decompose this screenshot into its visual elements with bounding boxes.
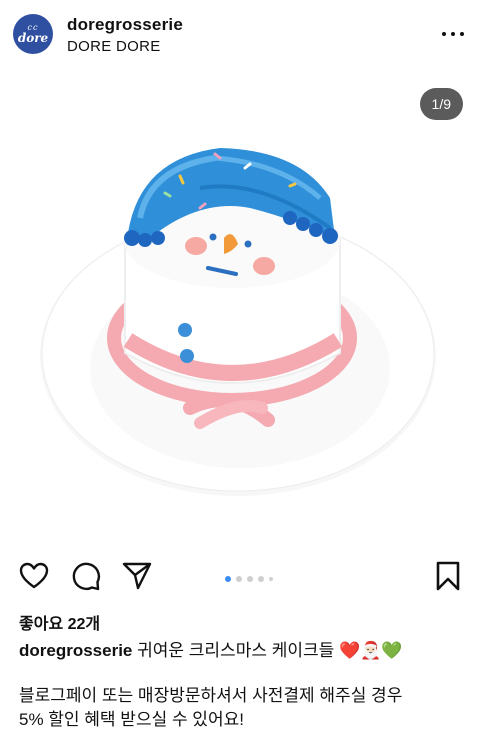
action-bar [0,560,480,600]
pagination-dot [236,576,242,582]
avatar[interactable]: cc dore [13,14,53,54]
caption-username[interactable]: doregrosserie [19,641,132,660]
username-link[interactable]: doregrosserie [67,15,183,35]
caption-body: 블로그페이 또는 매장방문하셔서 사전결제 해주실 경우 5% 할인 혜택 받으… [19,684,402,732]
avatar-text-bottom: dore [17,31,49,45]
location-link[interactable]: DORE DORE [67,38,161,55]
pagination-dots [225,576,273,582]
image-counter: 1/9 [419,88,463,120]
caption: doregrosserie 귀여운 크리스마스 케이크들 ❤️🎅🏻💚 [19,640,402,662]
pagination-dot [247,576,253,582]
cake-illustration [40,148,436,496]
heart-icon[interactable] [18,560,50,592]
pagination-dot [225,576,231,582]
bookmark-icon[interactable] [434,560,462,592]
more-icon[interactable] [442,24,464,44]
caption-line: 블로그페이 또는 매장방문하셔서 사전결제 해주실 경우 [19,686,403,705]
share-icon[interactable] [121,560,153,592]
likes-count[interactable]: 좋아요 22개 [19,610,100,634]
comment-icon[interactable] [70,560,102,592]
caption-text: 귀여운 크리스마스 케이크들 ❤️🎅🏻💚 [137,641,403,660]
post-header: cc dore doregrosserie DORE DORE [0,0,480,68]
pagination-dot [258,576,264,582]
pagination-dot [269,577,273,581]
post-image[interactable]: 1/9 [0,68,480,548]
caption-line: 5% 할인 혜택 받으실 수 있어요! [19,710,244,729]
